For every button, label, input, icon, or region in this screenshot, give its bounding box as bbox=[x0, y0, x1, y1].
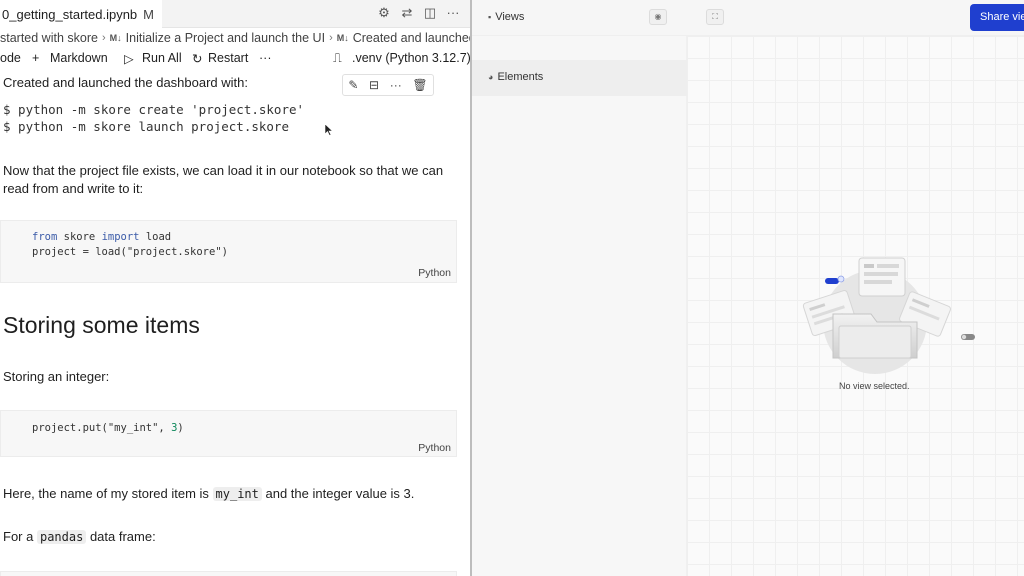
markdown-cell-text: Here, the name of my stored item is my_i… bbox=[3, 486, 415, 501]
elements-label: Elements bbox=[497, 71, 544, 83]
kernel-picker[interactable]: .venv (Python 3.12.7) bbox=[352, 51, 470, 65]
markdown-cell-text: Now that the project file exists, we can… bbox=[3, 163, 444, 196]
restart-button[interactable]: Restart bbox=[208, 51, 248, 65]
add-markdown-cell-button[interactable]: Markdown bbox=[50, 51, 108, 65]
code-cell[interactable]: project.put("my_int", 3) Python bbox=[0, 410, 457, 457]
chevron-right-icon: › bbox=[329, 32, 333, 44]
views-label: Views bbox=[495, 11, 525, 23]
elements-section[interactable]: ◕ Elements bbox=[472, 60, 687, 96]
views-icon: ▪ bbox=[488, 12, 492, 22]
cell-language-label[interactable]: Python bbox=[418, 267, 451, 279]
tab-filename: 0_getting_started.ipynb bbox=[2, 6, 138, 22]
view-canvas: No view selected. bbox=[687, 36, 1024, 576]
breadcrumb-item[interactable]: Initialize a Project and launch the UI bbox=[126, 31, 325, 45]
record-icon[interactable]: ◉ bbox=[649, 9, 667, 25]
breadcrumb-item[interactable]: started with skore bbox=[0, 31, 98, 45]
code-line: from skore import load bbox=[32, 231, 172, 243]
markdown-cell-text: Created and launched the dashboard with: bbox=[3, 75, 249, 90]
editor-tab-bar: 0_getting_started.ipynb M ⚙ ⇄ ◫ ··· bbox=[0, 0, 470, 28]
empty-state-illustration bbox=[802, 257, 975, 374]
notebook-pane: 0_getting_started.ipynb M ⚙ ⇄ ◫ ··· star… bbox=[0, 0, 470, 576]
play-icon: ▷ bbox=[124, 52, 134, 66]
code-cell[interactable]: from skore import load project = load("p… bbox=[0, 220, 457, 283]
code-cell[interactable] bbox=[0, 571, 457, 576]
inline-code: my_int bbox=[212, 487, 262, 501]
compare-changes-icon[interactable]: ⇄ bbox=[400, 6, 414, 20]
section-heading: Storing some items bbox=[3, 312, 200, 338]
cell-language-label[interactable]: Python bbox=[418, 442, 451, 454]
plus-icon: + bbox=[32, 51, 40, 65]
run-all-button[interactable]: Run All bbox=[142, 51, 182, 65]
shell-command-line: $ python -m skore launch project.skore bbox=[3, 119, 289, 134]
cell-toolbar: ✎ ⊟ ··· 🗑 bbox=[342, 74, 434, 96]
shell-command-line: $ python -m skore create 'project.skore' bbox=[3, 102, 305, 117]
mouse-cursor-icon bbox=[325, 124, 333, 136]
split-editor-icon[interactable]: ◫ bbox=[423, 6, 437, 20]
more-toolbar-icon[interactable]: ··· bbox=[259, 51, 272, 65]
app-header: ▪ Views ◉ ⛶ Share vie bbox=[472, 0, 1024, 36]
elements-icon: ◕ bbox=[488, 72, 494, 82]
code-line: project = load("project.skore") bbox=[32, 246, 228, 258]
restart-icon: ↻ bbox=[192, 52, 203, 66]
inline-code: pandas bbox=[36, 530, 87, 544]
markdown-cell-text: Storing an integer: bbox=[3, 369, 110, 384]
more-actions-icon[interactable]: ··· bbox=[446, 6, 460, 20]
empty-state-message: No view selected. bbox=[839, 381, 910, 391]
breadcrumb: started with skore › M↓ Initialize a Pro… bbox=[0, 29, 470, 47]
breadcrumb-item[interactable]: Created and launched the bbox=[353, 31, 470, 45]
add-code-cell-button[interactable]: ode bbox=[0, 51, 21, 65]
notebook-tab[interactable]: 0_getting_started.ipynb M bbox=[0, 0, 162, 28]
notebook-cells: Created and launched the dashboard with:… bbox=[0, 72, 470, 576]
notebook-toolbar: ode + Markdown ▷ Run All ↻ Restart ··· ⎍… bbox=[0, 48, 470, 70]
markdown-icon: M↓ bbox=[336, 33, 349, 43]
kernel-icon: ⎍ bbox=[333, 51, 342, 65]
skore-app: ▪ Views ◉ ⛶ Share vie ◕ Elements No view… bbox=[472, 0, 1024, 576]
markdown-icon: M↓ bbox=[109, 33, 122, 43]
share-view-button[interactable]: Share vie bbox=[970, 4, 1024, 31]
app-sidebar: ◕ Elements bbox=[472, 36, 687, 576]
chevron-right-icon: › bbox=[101, 32, 106, 44]
cell-more-icon[interactable]: ··· bbox=[390, 78, 402, 92]
modified-indicator: M bbox=[143, 6, 154, 22]
markdown-cell-text: For a pandas data frame: bbox=[3, 529, 156, 544]
delete-trash-icon[interactable]: 🗑 bbox=[412, 78, 427, 92]
split-cell-icon[interactable]: ⊟ bbox=[369, 78, 379, 92]
code-line: project.put("my_int", 3) bbox=[32, 422, 184, 434]
views-header: ▪ Views bbox=[488, 11, 524, 23]
gear-icon[interactable]: ⚙ bbox=[377, 6, 391, 20]
edit-pencil-icon[interactable]: ✎ bbox=[348, 78, 358, 92]
expand-icon[interactable]: ⛶ bbox=[706, 9, 724, 25]
